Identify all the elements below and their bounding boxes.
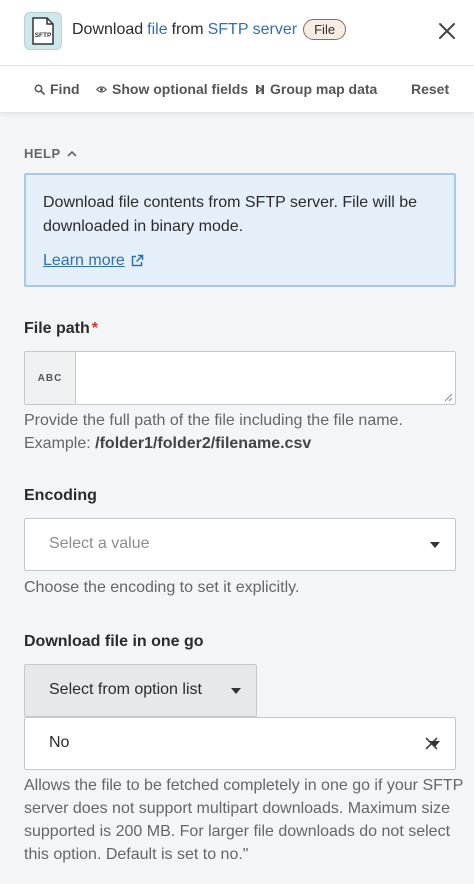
encoding-placeholder: Select a value: [49, 535, 150, 552]
help-label: HELP: [24, 146, 61, 161]
reset-button[interactable]: Reset: [411, 81, 449, 97]
reset-label: Reset: [411, 81, 450, 97]
sftp-icon-text: SFTP: [35, 32, 52, 39]
required-marker: *: [91, 320, 99, 337]
find-label: Find: [50, 81, 80, 97]
sftp-app-icon: SFTP: [24, 12, 62, 50]
dropdown-caret-icon: [430, 542, 440, 548]
help-box: Download file contents from SFTP server.…: [24, 173, 456, 287]
title-part-4: SFTP server: [207, 20, 298, 38]
title-part-3: from: [171, 20, 204, 38]
file-path-hint-text: Provide the full path of the file includ…: [24, 412, 403, 429]
download-one-go-value: No: [49, 734, 70, 751]
help-toggle[interactable]: HELP: [24, 146, 77, 161]
download-one-go-label: Download file in one go: [24, 633, 204, 650]
chevron-up-icon: [67, 150, 77, 157]
encoding-label: Encoding: [24, 487, 97, 504]
resize-handle-icon[interactable]: [443, 392, 453, 402]
help-text: Download file contents from SFTP server.…: [43, 194, 418, 235]
file-path-hint: Provide the full path of the file includ…: [24, 409, 464, 455]
eye-icon: [96, 85, 107, 93]
group-map-data-button[interactable]: Group map data: [255, 81, 377, 97]
dropdown-caret-icon: [430, 741, 440, 747]
dropdown-caret-icon: [231, 688, 241, 694]
file-path-label-text: File path: [24, 320, 90, 337]
example-prefix: Example:: [24, 435, 91, 452]
show-optional-fields-button[interactable]: Show optional fields: [96, 81, 248, 97]
search-icon: [34, 84, 45, 95]
external-link-icon: [131, 254, 144, 267]
toolbar: Find Show optional fields Group map data…: [0, 66, 474, 113]
example-value: /folder1/folder2/filename.csv: [95, 435, 312, 452]
learn-more-link[interactable]: Learn more: [43, 249, 144, 273]
title-part-2: file: [147, 20, 168, 38]
text-type-tag: ABC: [25, 352, 76, 404]
download-one-go-hint: Allows the file to be fetched completely…: [24, 777, 464, 863]
find-button[interactable]: Find: [34, 81, 80, 97]
close-icon[interactable]: [436, 20, 458, 42]
input-mode-select[interactable]: Select from option list: [24, 664, 257, 717]
show-optional-label: Show optional fields: [112, 81, 249, 97]
download-one-go-select[interactable]: No: [24, 717, 456, 770]
page-title: Download file from SFTP server File: [72, 19, 350, 40]
group-map-icon: [256, 84, 264, 94]
panel-header: SFTP Download file from SFTP server File: [0, 0, 474, 66]
title-part-1: Download: [72, 20, 144, 38]
file-path-example: Example: /folder1/folder2/filename.csv: [24, 432, 464, 455]
group-map-label: Group map data: [270, 81, 378, 97]
type-badge: File: [303, 19, 347, 40]
file-path-input[interactable]: ABC: [24, 351, 456, 405]
input-mode-label: Select from option list: [49, 681, 202, 698]
encoding-hint: Choose the encoding to set it explicitly…: [24, 579, 300, 596]
encoding-select[interactable]: Select a value: [24, 518, 456, 571]
learn-more-label: Learn more: [43, 252, 125, 269]
file-path-label: File path *: [24, 320, 98, 338]
